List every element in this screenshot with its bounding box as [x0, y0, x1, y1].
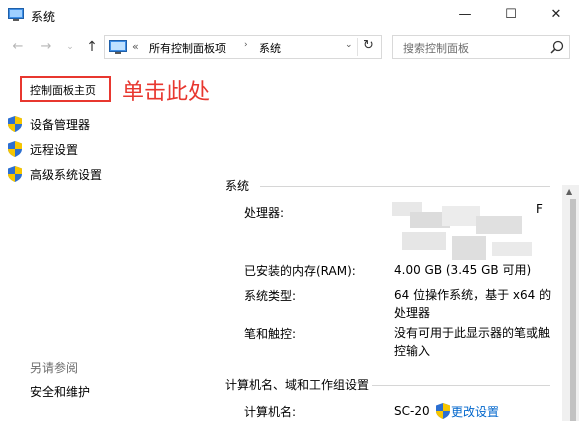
system-type-value: 64 位操作系统，基于 x64 的处理器 [394, 288, 552, 320]
control-panel-home-label: 控制面板主页 [30, 84, 96, 97]
see-also-heading: 另请参阅 [30, 361, 79, 375]
minimize-button[interactable]: — [442, 0, 488, 30]
vertical-scrollbar[interactable]: ▲ [562, 185, 579, 421]
forward-arrow-icon[interactable]: → [38, 39, 54, 55]
redacted-processor-value [392, 202, 542, 264]
click-here-annotation: 单击此处 [122, 80, 211, 105]
section-divider [372, 385, 550, 386]
recent-locations-chevron-icon[interactable]: ⌄ [62, 39, 78, 55]
uac-shield-icon [8, 166, 22, 182]
control-panel-icon [109, 40, 127, 54]
address-overflow-icon[interactable]: « [132, 40, 139, 53]
sidebar-item-advanced-system-settings[interactable]: 高级系统设置 [8, 165, 208, 183]
uac-shield-icon [8, 141, 22, 157]
computer-name-label: 计算机名: [244, 405, 297, 419]
system-monitor-icon [8, 8, 24, 22]
change-settings-label: 更改设置 [451, 405, 500, 419]
sidebar-item-device-manager[interactable]: 设备管理器 [8, 115, 208, 133]
security-and-maintenance-link[interactable]: 安全和维护 [30, 383, 90, 400]
search-input[interactable]: 搜索控制面板 [403, 40, 469, 56]
ram-value: 4.00 GB (3.45 GB 可用) [394, 263, 532, 277]
address-dropdown-icon[interactable]: ⌄ [345, 40, 353, 50]
processor-value-tail: F [536, 202, 543, 216]
uac-shield-icon [436, 403, 450, 419]
pen-touch-label: 笔和触控: [244, 327, 297, 341]
breadcrumb-all-control-panel-items[interactable]: 所有控制面板项 [149, 40, 226, 56]
search-icon[interactable] [550, 40, 564, 54]
computer-name-section-title: 计算机名、域和工作组设置 [225, 378, 370, 392]
scroll-thumb[interactable] [570, 199, 576, 421]
breadcrumb-system[interactable]: 系统 [259, 40, 281, 56]
address-bar[interactable]: « 所有控制面板项 › 系统 ⌄ ↻ [104, 35, 382, 59]
sidebar-item-label: 远程设置 [30, 143, 79, 157]
sidebar-item-remote-settings[interactable]: 远程设置 [8, 140, 208, 158]
refresh-icon[interactable]: ↻ [363, 38, 374, 53]
control-panel-home-link[interactable]: 控制面板主页 [20, 76, 111, 102]
pen-touch-value: 没有可用于此显示器的笔或触控输入 [394, 326, 551, 358]
navigation-bar: ← → ⌄ ↑ « 所有控制面板项 › 系统 ⌄ ↻ 搜索控制面板 [0, 32, 579, 62]
sidebar-item-label: 设备管理器 [30, 118, 91, 132]
section-divider [260, 186, 550, 187]
change-settings-link[interactable]: 更改设置 [436, 402, 516, 420]
uac-shield-icon [8, 116, 22, 132]
system-section-title: 系统 [225, 179, 250, 193]
processor-label: 处理器: [244, 206, 285, 220]
breadcrumb-separator-icon[interactable]: › [244, 40, 248, 50]
close-button[interactable]: ✕ [533, 0, 579, 30]
title-bar: 系统 — ☐ ✕ [0, 0, 579, 32]
maximize-button[interactable]: ☐ [488, 0, 534, 30]
address-divider [357, 38, 358, 56]
system-type-label: 系统类型: [244, 289, 297, 303]
scroll-up-arrow-icon[interactable]: ▲ [566, 187, 572, 196]
ram-label: 已安装的内存(RAM): [244, 264, 356, 278]
back-arrow-icon[interactable]: ← [10, 39, 26, 55]
sidebar-item-label: 高级系统设置 [30, 168, 103, 182]
search-box[interactable]: 搜索控制面板 [392, 35, 570, 59]
up-arrow-icon[interactable]: ↑ [84, 39, 100, 55]
window-title: 系统 [31, 10, 56, 24]
